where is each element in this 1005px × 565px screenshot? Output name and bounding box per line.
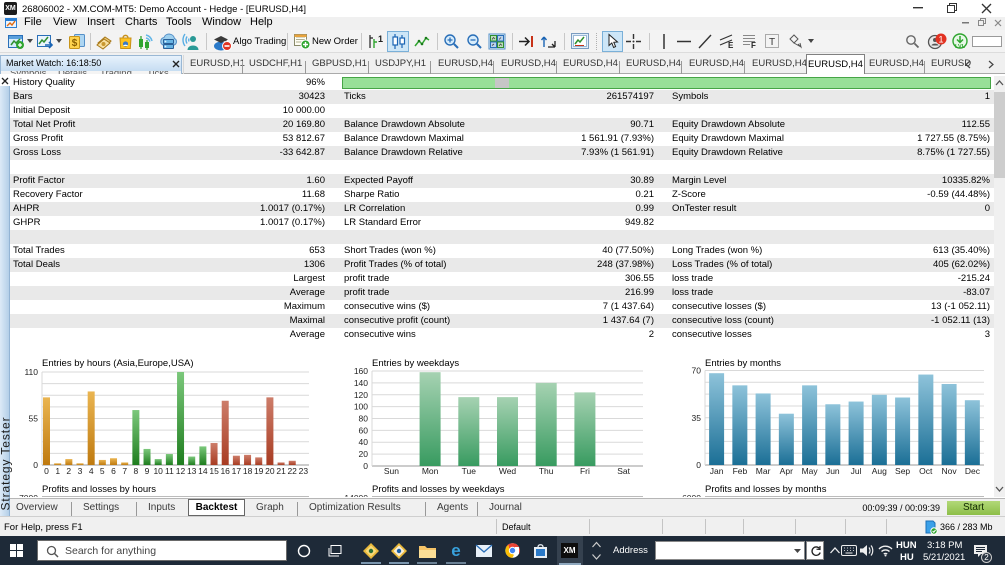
svg-text:2: 2 — [66, 466, 71, 476]
svg-text:Mar: Mar — [756, 466, 771, 476]
svg-text:4: 4 — [89, 466, 94, 476]
svg-text:19: 19 — [254, 466, 264, 476]
svg-text:Profits and losses by hours: Profits and losses by hours — [42, 484, 156, 495]
svg-text:23: 23 — [299, 466, 309, 476]
svg-text:100: 100 — [354, 402, 368, 412]
svg-text:Jan: Jan — [710, 466, 724, 476]
svg-text:40: 40 — [359, 437, 369, 447]
svg-text:5: 5 — [100, 466, 105, 476]
svg-text:6: 6 — [111, 466, 116, 476]
svg-text:Apr: Apr — [780, 466, 793, 476]
svg-text:LVL: LVL — [955, 44, 966, 50]
svg-text:6000: 6000 — [682, 493, 701, 497]
svg-text:17: 17 — [232, 466, 242, 476]
svg-text:13: 13 — [187, 466, 197, 476]
svg-text:0: 0 — [44, 466, 49, 476]
svg-text:Profits and losses by months: Profits and losses by months — [705, 484, 827, 495]
svg-text:120: 120 — [354, 390, 368, 400]
svg-text:F: F — [751, 41, 756, 50]
svg-text:140: 140 — [354, 378, 368, 388]
svg-text:70: 70 — [692, 366, 702, 376]
svg-text:8: 8 — [134, 466, 139, 476]
svg-text:Feb: Feb — [733, 466, 748, 476]
svg-text:22: 22 — [287, 466, 297, 476]
svg-text:1: 1 — [938, 35, 943, 45]
svg-text:9: 9 — [145, 466, 150, 476]
svg-text:Nov: Nov — [942, 466, 958, 476]
svg-text:160: 160 — [354, 366, 368, 376]
svg-text:Dec: Dec — [965, 466, 981, 476]
svg-text:Aug: Aug — [872, 466, 887, 476]
svg-text:3: 3 — [78, 466, 83, 476]
svg-text:7000: 7000 — [19, 493, 38, 497]
svg-text:Tue: Tue — [462, 466, 477, 476]
svg-text:11: 11 — [165, 466, 174, 476]
svg-text:T: T — [769, 37, 775, 48]
svg-text:Fri: Fri — [580, 466, 590, 476]
svg-text:Entries by hours (Asia,Europe,: Entries by hours (Asia,Europe,USA) — [42, 358, 194, 369]
svg-text:14: 14 — [198, 466, 208, 476]
svg-text:110: 110 — [24, 367, 38, 377]
svg-text:18: 18 — [243, 466, 253, 476]
svg-text:E: E — [728, 41, 734, 50]
svg-text:21: 21 — [276, 466, 286, 476]
svg-text:Sat: Sat — [617, 466, 630, 476]
svg-text:1: 1 — [378, 34, 383, 44]
svg-text:14000: 14000 — [344, 493, 368, 497]
svg-text:20: 20 — [265, 466, 275, 476]
svg-text:12: 12 — [176, 466, 186, 476]
svg-text:Entries by weekdays: Entries by weekdays — [372, 358, 459, 369]
svg-text:10: 10 — [153, 466, 163, 476]
svg-text:1: 1 — [55, 466, 60, 476]
svg-text:15: 15 — [209, 466, 219, 476]
svg-text:80: 80 — [359, 414, 369, 424]
svg-text:Thu: Thu — [539, 466, 554, 476]
svg-text:Jun: Jun — [826, 466, 840, 476]
svg-text:May: May — [802, 466, 819, 476]
svg-text:Mon: Mon — [422, 466, 439, 476]
svg-text:Entries by months: Entries by months — [705, 358, 781, 369]
svg-text:$: $ — [72, 38, 78, 49]
svg-text:Wed: Wed — [499, 466, 517, 476]
svg-text:Oct: Oct — [919, 466, 933, 476]
svg-text:Sun: Sun — [384, 466, 399, 476]
svg-text:Sep: Sep — [895, 466, 910, 476]
svg-text:60: 60 — [359, 425, 369, 435]
svg-text:Profits and losses by weekdays: Profits and losses by weekdays — [372, 484, 505, 495]
svg-text:7: 7 — [122, 466, 127, 476]
svg-text:16: 16 — [220, 466, 230, 476]
svg-text:0: 0 — [33, 460, 38, 470]
svg-text:e: e — [451, 541, 460, 560]
svg-text:20: 20 — [359, 449, 369, 459]
svg-text:Jul: Jul — [851, 466, 862, 476]
svg-text:0: 0 — [696, 460, 701, 470]
svg-text:0: 0 — [363, 461, 368, 471]
svg-text:55: 55 — [29, 414, 39, 424]
svg-text:35: 35 — [692, 413, 702, 423]
